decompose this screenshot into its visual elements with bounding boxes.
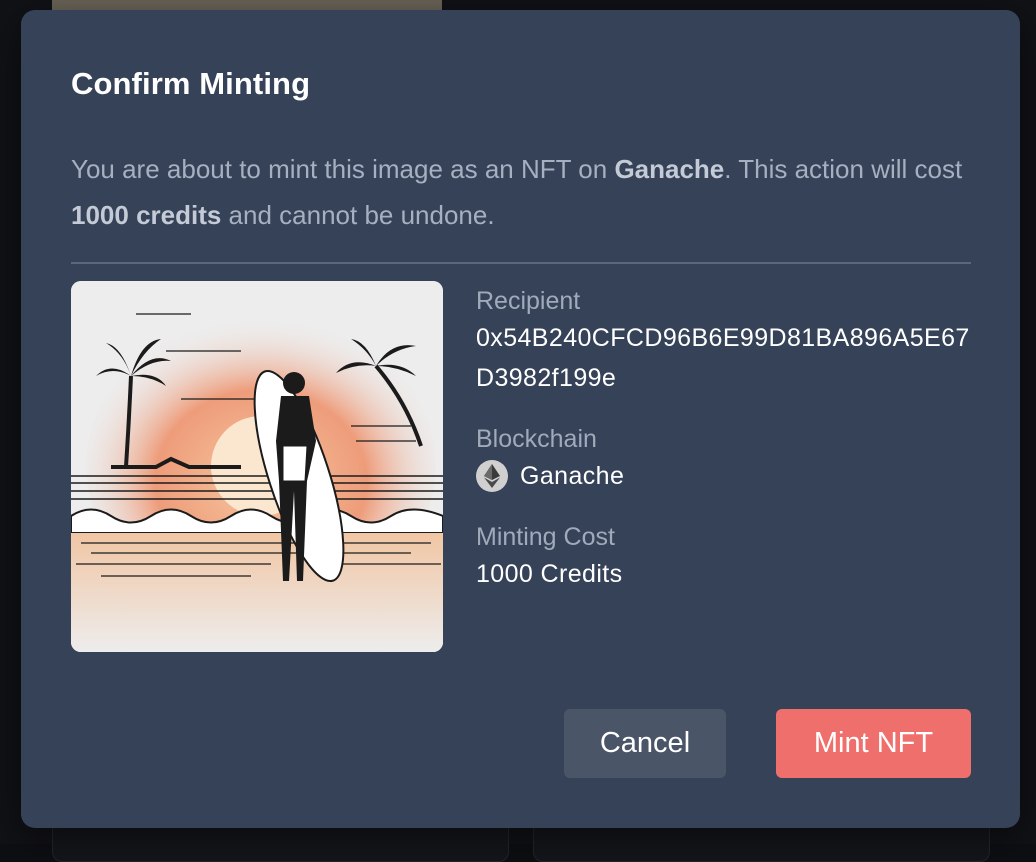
network-name: Ganache — [614, 154, 725, 184]
divider — [71, 262, 971, 264]
blockchain-label: Blockchain — [476, 425, 597, 453]
cancel-button[interactable]: Cancel — [564, 709, 726, 778]
minting-cost-label: Minting Cost — [476, 523, 615, 551]
dialog-description: You are about to mint this image as an N… — [71, 146, 971, 238]
surfer-at-sunset-artwork — [71, 281, 443, 652]
nft-image-preview — [71, 281, 443, 652]
ethereum-icon — [476, 460, 508, 492]
mint-details: Recipient 0x54B240CFCD96B6E99D81BA896A5E… — [476, 284, 976, 594]
description-text: and cannot be undone. — [221, 200, 495, 230]
description-text: . This action will cost — [724, 154, 963, 184]
recipient-label: Recipient — [476, 287, 581, 315]
blockchain-row: Ganache — [476, 456, 976, 496]
blockchain-value: Ganache — [520, 462, 625, 490]
minting-cost-value: 1000 Credits — [476, 560, 623, 588]
cost-amount: 1000 credits — [71, 200, 222, 230]
recipient-address: 0x54B240CFCD96B6E99D81BA896A5E67D3982f19… — [476, 324, 970, 392]
description-text: You are about to mint this image as an N… — [71, 154, 615, 184]
dialog-title: Confirm Minting — [71, 66, 311, 101]
confirm-minting-dialog: Confirm Minting You are about to mint th… — [21, 10, 1020, 828]
mint-nft-button[interactable]: Mint NFT — [776, 709, 971, 778]
